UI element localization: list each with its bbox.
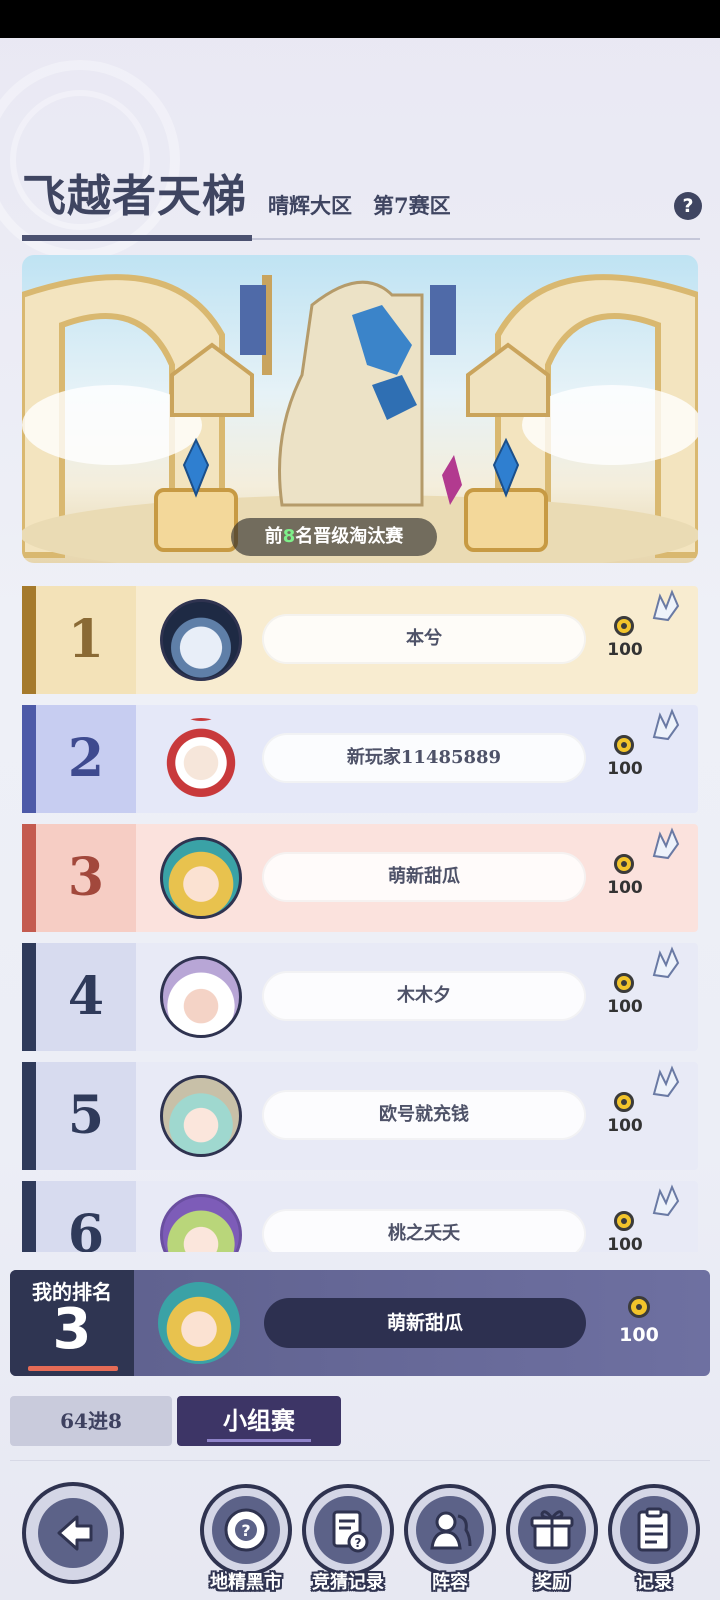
score: 100 xyxy=(607,759,643,779)
nav-label: 奖励 xyxy=(534,1572,570,1593)
nav-reward-button[interactable]: 奖励 xyxy=(506,1484,598,1594)
tab-group-stage[interactable]: 小组赛 xyxy=(177,1396,341,1446)
score: 100 xyxy=(607,1235,643,1252)
rank-number: 4 xyxy=(36,943,136,1051)
coin-icon xyxy=(614,616,634,636)
rank-number: 1 xyxy=(36,586,136,694)
arena-banner xyxy=(22,255,698,563)
rank-number: 6 xyxy=(36,1181,136,1252)
wing-badge-icon xyxy=(652,827,680,860)
ranking-row-4[interactable]: 4 木木夕 100 xyxy=(22,943,698,1051)
ranking-row-5[interactable]: 5 欧号就充钱 100 xyxy=(22,1062,698,1170)
bet-record-icon: ? xyxy=(332,1510,369,1553)
ranking-row-2[interactable]: 2 新玩家11485889 100 xyxy=(22,705,698,813)
avatar[interactable] xyxy=(160,718,242,800)
avatar[interactable] xyxy=(160,837,242,919)
score: 100 xyxy=(607,1116,643,1136)
player-name: 木木夕 xyxy=(262,971,586,1021)
tab-64-to-8[interactable]: 64进8 xyxy=(10,1396,172,1446)
back-button[interactable] xyxy=(22,1482,124,1584)
status-bar xyxy=(0,0,720,38)
promotion-caption: 前8名晋级淘汰赛 xyxy=(231,518,437,556)
wing-badge-icon xyxy=(652,946,680,979)
wing-badge-icon xyxy=(652,1065,680,1098)
wing-badge-icon xyxy=(652,1184,680,1217)
rank-stripe xyxy=(22,1062,36,1170)
my-avatar[interactable] xyxy=(158,1282,240,1364)
rank-stripe xyxy=(22,705,36,813)
title-underline xyxy=(22,235,700,241)
nav-label: 记录 xyxy=(636,1572,672,1593)
arena-illustration xyxy=(22,274,698,563)
coin-icon xyxy=(614,973,634,993)
svg-text:?: ? xyxy=(355,1536,362,1550)
score: 100 xyxy=(607,640,643,660)
coin-icon xyxy=(614,854,634,874)
gift-icon xyxy=(530,1510,574,1550)
my-rank-box: 我的排名 3 xyxy=(10,1270,134,1376)
player-name: 欧号就充钱 xyxy=(262,1090,586,1140)
back-arrow-icon xyxy=(57,1515,93,1551)
divider xyxy=(10,1460,710,1461)
wing-badge-icon xyxy=(652,589,680,622)
my-rank-panel: 我的排名 3 萌新甜瓜 100 xyxy=(10,1270,710,1376)
nav-label: 地精黑市 xyxy=(210,1572,282,1593)
nav-record-button[interactable]: 记录 xyxy=(608,1484,700,1594)
my-rank-bar xyxy=(28,1366,118,1371)
coin-icon xyxy=(614,1092,634,1112)
ranking-row-6[interactable]: 6 桃之夭夭 100 xyxy=(22,1181,698,1252)
nav-market-button[interactable]: ? 地精黑市 xyxy=(200,1484,292,1594)
rank-number: 2 xyxy=(36,705,136,813)
score: 100 xyxy=(607,997,643,1017)
nav-label: 阵容 xyxy=(432,1572,468,1593)
rank-number: 5 xyxy=(36,1062,136,1170)
score: 100 xyxy=(607,878,643,898)
market-icon: ? xyxy=(224,1508,268,1552)
avatar[interactable] xyxy=(160,1075,242,1157)
player-name: 萌新甜瓜 xyxy=(262,852,586,902)
avatar[interactable] xyxy=(160,1194,242,1252)
rank-stripe xyxy=(22,586,36,694)
question-icon[interactable]: ? xyxy=(674,192,702,220)
coin-icon xyxy=(614,735,634,755)
header: 飞越者天梯 晴辉大区 第7赛区 ? xyxy=(22,160,702,230)
player-name: 新玩家11485889 xyxy=(262,733,586,783)
nav-bet-record-button[interactable]: ? 竞猜记录 xyxy=(302,1484,394,1594)
coin-icon xyxy=(614,1211,634,1231)
page-title: 飞越者天梯 xyxy=(22,171,247,222)
region-subtitle: 晴辉大区 第7赛区 xyxy=(268,193,451,218)
player-name: 本兮 xyxy=(262,614,586,664)
rank-stripe xyxy=(22,824,36,932)
ranking-row-3[interactable]: 3 萌新甜瓜 100 xyxy=(22,824,698,932)
lineup-icon xyxy=(430,1511,472,1550)
rank-number: 3 xyxy=(36,824,136,932)
rank-stripe xyxy=(22,1181,36,1252)
nav-label: 竞猜记录 xyxy=(312,1572,384,1593)
player-name: 桃之夭夭 xyxy=(262,1209,586,1252)
ranking-list[interactable]: 1 本兮 100 2 新玩家11485889 100 3 萌新甜瓜 100 4 … xyxy=(22,586,698,1252)
nav-lineup-button[interactable]: 阵容 xyxy=(404,1484,496,1594)
my-score: 100 xyxy=(619,1324,659,1346)
my-player-name: 萌新甜瓜 xyxy=(264,1298,586,1348)
svg-text:?: ? xyxy=(241,1521,250,1540)
avatar[interactable] xyxy=(160,956,242,1038)
wing-badge-icon xyxy=(652,708,680,741)
ranking-row-1[interactable]: 1 本兮 100 xyxy=(22,586,698,694)
rank-stripe xyxy=(22,943,36,1051)
coin-icon xyxy=(628,1296,650,1318)
my-rank-number: 3 xyxy=(52,1297,92,1362)
avatar[interactable] xyxy=(160,599,242,681)
record-icon xyxy=(637,1507,671,1552)
